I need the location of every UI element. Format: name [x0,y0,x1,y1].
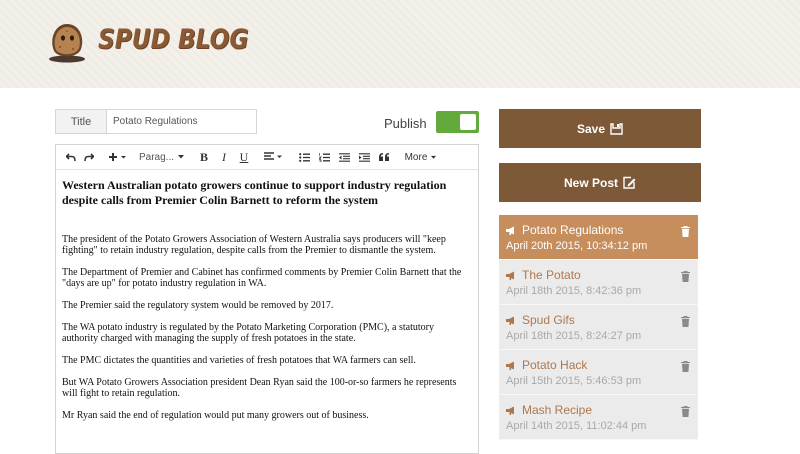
edit-icon [623,176,636,189]
new-post-button[interactable]: New Post [499,163,701,202]
post-title: Potato Regulations [506,223,698,237]
trash-icon[interactable] [681,316,690,327]
italic-button[interactable]: I [214,147,234,167]
title-field-group: Title [55,109,257,134]
post-title: Mash Recipe [506,403,698,417]
megaphone-icon [506,271,514,280]
post-item[interactable]: Mash Recipe April 14th 2015, 11:02:44 pm [499,395,698,440]
format-select[interactable]: Parag... [138,147,186,167]
post-title-text: Potato Regulations [522,223,624,237]
save-icon [610,122,623,135]
rich-text-editor: Parag... B I U More Western Australian p… [55,144,479,454]
post-title: Potato Hack [506,358,698,372]
document-paragraph: Mr Ryan said the end of regulation would… [62,410,369,421]
brand-title[interactable]: SPUD BLOG [98,24,248,55]
post-list: Potato Regulations April 20th 2015, 10:34… [499,215,698,440]
new-post-button-label: New Post [563,175,618,190]
publish-toggle[interactable] [436,111,479,133]
chevron-down-icon [178,155,185,159]
post-title-text: Potato Hack [522,358,588,372]
document-paragraph: The WA potato industry is regulated by t… [62,322,434,344]
format-select-label: Parag... [138,151,175,163]
post-title-text: Mash Recipe [522,403,593,417]
chevron-down-icon [431,155,437,159]
title-input[interactable] [107,110,256,133]
underline-button[interactable]: U [234,147,254,167]
numbered-list-icon[interactable] [314,147,334,167]
save-button[interactable]: Save [499,109,701,148]
trash-icon[interactable] [681,361,690,372]
publish-label: Publish [384,116,427,131]
potato-logo-icon[interactable] [45,21,89,63]
post-title-text: Spud Gifs [522,313,575,327]
post-item[interactable]: Potato Hack April 15th 2015, 5:46:53 pm [499,350,698,395]
post-title: The Potato [506,268,698,282]
header: SPUD BLOG [0,0,800,88]
post-item[interactable]: The Potato April 18th 2015, 8:42:36 pm [499,260,698,305]
title-label: Title [56,110,107,133]
post-date: April 20th 2015, 10:34:12 pm [506,240,648,252]
post-title-text: The Potato [522,268,581,282]
post-item[interactable]: Potato Regulations April 20th 2015, 10:34… [499,215,698,260]
document-heading: Western Australian potato growers contin… [62,178,447,207]
trash-icon[interactable] [681,406,690,417]
redo-icon[interactable] [80,147,98,167]
post-date: April 18th 2015, 8:24:27 pm [506,330,642,342]
editor-toolbar: Parag... B I U More [56,145,478,170]
more-menu-button[interactable]: More [402,147,440,167]
indent-icon[interactable] [354,147,374,167]
post-date: April 15th 2015, 5:46:53 pm [506,375,642,387]
document-paragraph: But WA Potato Growers Association presid… [62,377,457,399]
megaphone-icon [506,316,514,325]
trash-icon[interactable] [681,226,690,237]
document-paragraph: The Department of Premier and Cabinet ha… [62,267,462,289]
document-paragraph: The PMC dictates the quantities and vari… [62,355,416,366]
insert-plus-icon[interactable] [106,147,130,167]
megaphone-icon [506,361,514,370]
bullet-list-icon[interactable] [294,147,314,167]
post-item[interactable]: Spud Gifs April 18th 2015, 8:24:27 pm [499,305,698,350]
megaphone-icon [506,226,514,235]
document-body[interactable]: Western Australian potato growers contin… [56,170,478,421]
bold-button[interactable]: B [194,147,214,167]
more-menu-label: More [404,151,428,163]
blockquote-icon[interactable] [374,147,394,167]
post-title: Spud Gifs [506,313,698,327]
document-paragraph: The Premier said the regulatory system w… [62,300,334,311]
megaphone-icon [506,406,514,415]
toggle-knob [460,114,476,130]
trash-icon[interactable] [681,271,690,282]
outdent-icon[interactable] [334,147,354,167]
undo-icon[interactable] [62,147,80,167]
document-paragraph: The president of the Potato Growers Asso… [62,234,446,256]
post-date: April 14th 2015, 11:02:44 pm [506,420,647,432]
post-date: April 18th 2015, 8:42:36 pm [506,285,642,297]
align-left-icon[interactable] [262,147,286,167]
save-button-label: Save [576,121,606,136]
